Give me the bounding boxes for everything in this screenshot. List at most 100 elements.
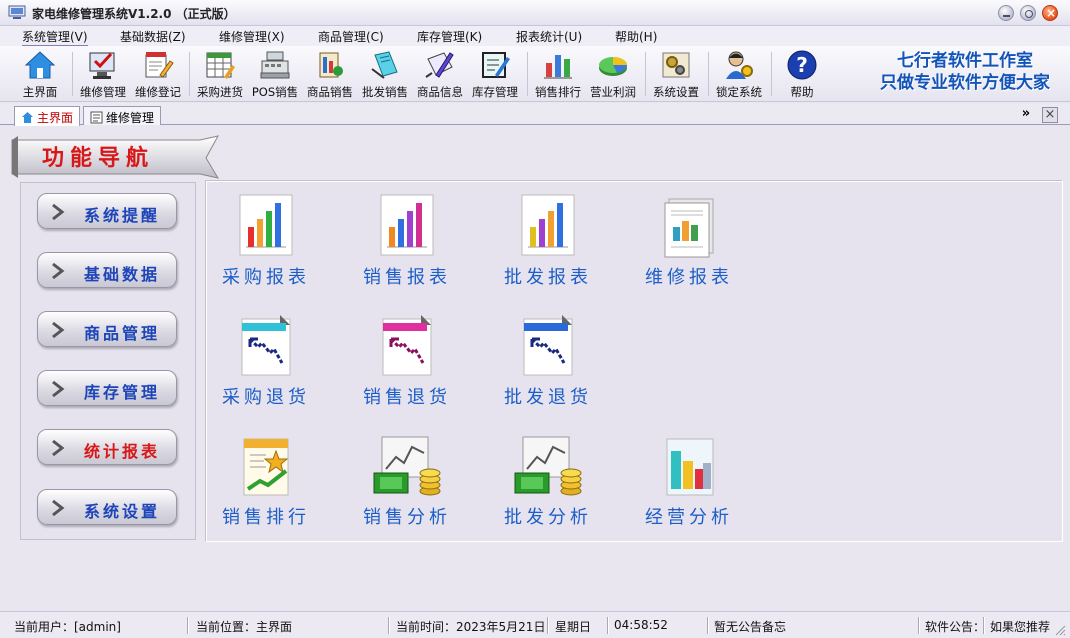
main-panel: 功能导航 系统提醒 基础数据 商品管理 库存管理 统计报表 系统设置 采购报表 … [6, 126, 1064, 600]
chevron-right-icon [52, 439, 65, 457]
status-notice-label: 软件公告： [925, 620, 985, 634]
tab-scroll-button[interactable]: » [1018, 107, 1034, 123]
return-trend-icon [523, 315, 573, 376]
wholesale-analysis-item[interactable]: 批发分析 [488, 433, 608, 543]
nav-stock-manage[interactable]: 库存管理 [37, 370, 177, 406]
toolbar-goods-sale-button[interactable]: 商品销售 [302, 48, 358, 100]
status-memo: 暂无公告备忘 [714, 620, 787, 634]
chevron-right-icon [52, 380, 65, 398]
tab-bar: 主界面 维修管理 » × [0, 103, 1070, 126]
chevron-right-icon [52, 321, 65, 339]
purchase-return-item[interactable]: 采购退货 [206, 313, 326, 423]
close-button[interactable] [1042, 5, 1058, 21]
nav-goods-manage[interactable]: 商品管理 [37, 311, 177, 347]
pie-chart-icon [599, 57, 628, 76]
toolbar-lock-button[interactable]: 锁定系统 [711, 48, 767, 100]
toolbar-goods-info-button[interactable]: 商品信息 [412, 48, 468, 100]
nav-banner: 功能导航 [11, 135, 220, 179]
gears-icon [662, 52, 690, 78]
sales-analysis-item[interactable]: 销售分析 [347, 433, 467, 543]
menu-stock[interactable]: 库存管理(K) [417, 28, 482, 45]
nav-banner-title: 功能导航 [42, 145, 154, 171]
stock-form-icon [482, 52, 510, 78]
menu-bar: 系统管理(V) 基础数据(Z) 维修管理(X) 商品管理(C) 库存管理(K) … [0, 26, 1070, 46]
wholesale-return-item[interactable]: 批发退货 [488, 313, 608, 423]
menu-repair[interactable]: 维修管理(X) [219, 28, 285, 45]
bar-report-icon [521, 194, 575, 256]
minimize-button[interactable] [998, 5, 1014, 21]
app-icon [8, 5, 26, 19]
lock-user-icon [726, 51, 753, 79]
money-chart-icon [514, 436, 582, 496]
menu-reports[interactable]: 报表统计(U) [516, 28, 582, 45]
book-icon [371, 51, 398, 79]
menu-basic-data[interactable]: 基础数据(Z) [120, 28, 186, 45]
spreadsheet-icon [206, 52, 235, 79]
chevron-right-icon [52, 499, 65, 517]
svg-text:?: ? [796, 53, 808, 77]
chevron-right-icon [52, 262, 65, 280]
bar-report-icon [239, 194, 293, 256]
toolbar-help-button[interactable]: ? 帮助 [774, 48, 830, 100]
nav-panel: 系统提醒 基础数据 商品管理 库存管理 统计报表 系统设置 [20, 182, 196, 540]
title-bar: 家电维修管理系统V1.2.0 （正式版） [0, 0, 1070, 26]
toolbar-home-button[interactable]: 主界面 [12, 48, 68, 100]
menu-system[interactable]: 系统管理(V) [22, 28, 88, 46]
document-report-icon [664, 198, 714, 258]
status-location: 当前位置：主界面 [196, 620, 293, 634]
sales-return-item[interactable]: 销售退货 [347, 313, 467, 423]
tab-repair[interactable]: 维修管理 [83, 106, 162, 125]
goods-sale-icon [319, 52, 343, 78]
tab-home[interactable]: 主界面 [14, 106, 81, 126]
notepad-pencil-icon [145, 52, 174, 78]
toolbar-stock-button[interactable]: 库存管理 [467, 48, 523, 100]
toolbar-settings-button[interactable]: 系统设置 [648, 48, 704, 100]
business-analysis-item[interactable]: 经营分析 [629, 433, 749, 543]
home-icon [24, 51, 56, 79]
home-icon [22, 112, 33, 123]
bar-report-icon [380, 194, 434, 256]
status-weekday: 星期日 [555, 620, 592, 634]
return-trend-icon [241, 315, 291, 376]
repair-report-item[interactable]: 维修报表 [629, 193, 749, 303]
sales-report-item[interactable]: 销售报表 [347, 193, 467, 303]
maximize-button[interactable] [1020, 5, 1036, 21]
toolbar-pos-button[interactable]: POS销售 [247, 48, 303, 100]
nav-system-reminder[interactable]: 系统提醒 [37, 193, 177, 229]
cash-register-icon [260, 51, 290, 79]
help-icon: ? [787, 50, 817, 80]
toolbar-repair-manage-button[interactable]: 维修管理 [75, 48, 131, 100]
bar-chart-icon [544, 55, 572, 79]
status-notice: 如果您推荐 [990, 620, 1051, 634]
toolbar: 主界面 维修管理 维修登记 采购进货 POS销售 商品销售 批发销售 商品信息 … [0, 46, 1070, 102]
status-date: 当前时间：2023年5月21日 [396, 620, 546, 634]
status-bar: 当前用户：[admin] 当前位置：主界面 当前时间：2023年5月21日 星期… [0, 611, 1070, 638]
status-user: 当前用户：[admin] [14, 620, 121, 634]
return-trend-icon [382, 315, 432, 376]
menu-help[interactable]: 帮助(H) [615, 28, 657, 45]
window-title: 家电维修管理系统V1.2.0 （正式版） [32, 7, 236, 21]
sales-ranking-item[interactable]: 销售排行 [206, 433, 326, 543]
resize-grip-icon[interactable] [1054, 624, 1066, 636]
nav-basic-data[interactable]: 基础数据 [37, 252, 177, 288]
nav-system-settings[interactable]: 系统设置 [37, 489, 177, 525]
company-slogan: 七行者软件工作室 只做专业软件方便大家 [880, 51, 1050, 93]
menu-goods[interactable]: 商品管理(C) [318, 28, 384, 45]
form-icon [90, 111, 103, 124]
money-chart-icon [373, 436, 441, 496]
wholesale-report-item[interactable]: 批发报表 [488, 193, 608, 303]
info-pen-icon [425, 52, 454, 78]
tab-close-button[interactable]: × [1042, 107, 1058, 123]
function-grid: 采购报表 销售报表 批发报表 维修报表 采购退货 销售退货 批发退货 销售排行 … [205, 180, 1063, 542]
chevron-right-icon [52, 203, 65, 221]
toolbar-wholesale-button[interactable]: 批发销售 [357, 48, 413, 100]
toolbar-purchase-button[interactable]: 采购进货 [192, 48, 248, 100]
toolbar-repair-register-button[interactable]: 维修登记 [130, 48, 186, 100]
ranking-star-icon [243, 438, 289, 496]
nav-statistics[interactable]: 统计报表 [37, 429, 177, 465]
purchase-report-item[interactable]: 采购报表 [206, 193, 326, 303]
toolbar-profit-button[interactable]: 营业利润 [585, 48, 641, 100]
checklist-icon [89, 52, 115, 79]
toolbar-sales-rank-button[interactable]: 销售排行 [530, 48, 586, 100]
business-chart-icon [666, 438, 714, 496]
